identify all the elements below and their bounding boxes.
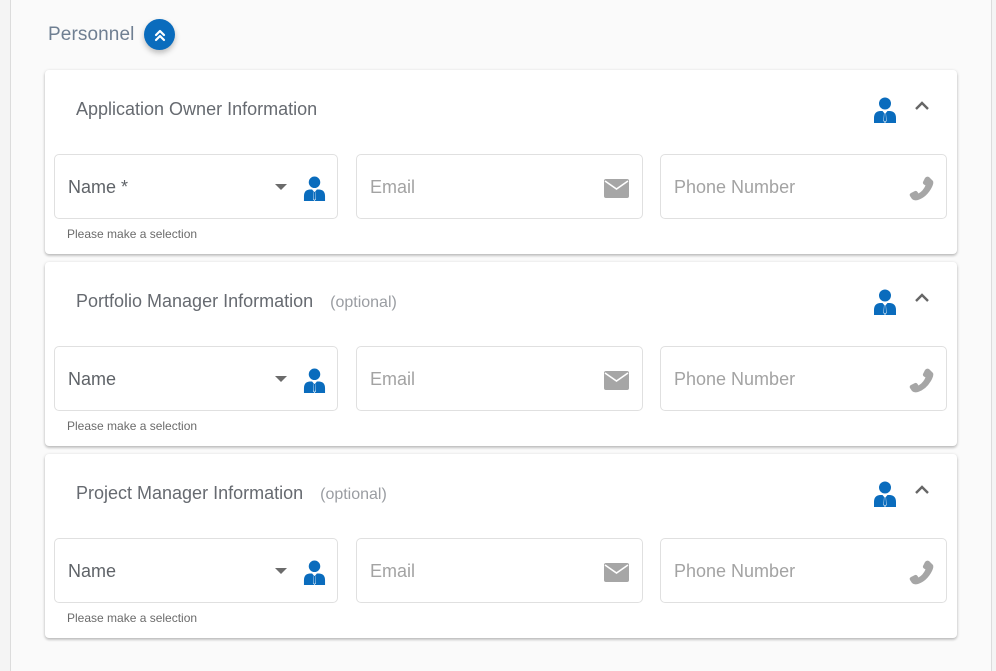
section-title: Personnel	[48, 23, 135, 45]
caret-down-icon[interactable]	[274, 183, 288, 191]
card-header[interactable]: Application Owner Information	[45, 70, 957, 148]
phone-icon	[909, 176, 934, 201]
card-title: Project Manager Information	[76, 483, 304, 503]
phone-placeholder: Phone Number	[674, 177, 796, 197]
name-select[interactable]: Name	[54, 538, 338, 603]
card-title: Portfolio Manager Information	[76, 291, 314, 311]
card-title: Application Owner Information	[76, 99, 318, 119]
section-header: Personnel	[48, 19, 176, 50]
phone-placeholder: Phone Number	[674, 561, 796, 581]
email-placeholder: Email	[370, 369, 416, 389]
optional-badge: (optional)	[320, 486, 387, 503]
email-field[interactable]: Email	[356, 538, 643, 603]
name-select[interactable]: Name *	[54, 154, 338, 219]
name-helper-text: Please make a selection	[67, 419, 198, 433]
double-chevron-up-icon	[154, 29, 166, 41]
card-header[interactable]: Portfolio Manager Information (optional)	[45, 262, 957, 340]
email-placeholder: Email	[370, 561, 416, 581]
envelope-icon	[604, 371, 629, 390]
person-tie-icon	[874, 481, 896, 507]
phone-icon	[909, 368, 934, 393]
personnel-page: Personnel Application Owner Information	[10, 0, 992, 671]
person-lookup-icon[interactable]	[303, 368, 326, 393]
name-label: Name	[68, 369, 117, 389]
name-helper-text: Please make a selection	[67, 611, 198, 625]
email-field[interactable]: Email	[356, 346, 643, 411]
phone-placeholder: Phone Number	[674, 369, 796, 389]
phone-field[interactable]: Phone Number	[660, 154, 947, 219]
email-placeholder: Email	[370, 177, 416, 197]
chevron-up-icon[interactable]	[913, 483, 931, 497]
caret-down-icon[interactable]	[274, 567, 288, 575]
name-label: Name *	[68, 177, 129, 197]
person-lookup-icon[interactable]	[303, 560, 326, 585]
envelope-icon	[604, 179, 629, 198]
name-select[interactable]: Name	[54, 346, 338, 411]
envelope-icon	[604, 563, 629, 582]
collapse-all-button[interactable]	[144, 19, 176, 50]
portfolio-manager-card: Portfolio Manager Information (optional)…	[45, 262, 957, 446]
phone-field[interactable]: Phone Number	[660, 538, 947, 603]
caret-down-icon[interactable]	[274, 375, 288, 383]
application-owner-card: Application Owner Information Name * Ema…	[45, 70, 957, 254]
name-helper-text: Please make a selection	[67, 227, 198, 241]
chevron-up-icon[interactable]	[913, 291, 931, 305]
card-header[interactable]: Project Manager Information (optional)	[45, 454, 957, 532]
person-lookup-icon[interactable]	[303, 176, 326, 201]
person-tie-icon	[874, 97, 896, 123]
phone-icon	[909, 560, 934, 585]
chevron-up-icon[interactable]	[913, 99, 931, 113]
person-tie-icon	[874, 289, 896, 315]
project-manager-card: Project Manager Information (optional) N…	[45, 454, 957, 638]
optional-badge: (optional)	[330, 294, 397, 311]
phone-field[interactable]: Phone Number	[660, 346, 947, 411]
email-field[interactable]: Email	[356, 154, 643, 219]
name-label: Name	[68, 561, 117, 581]
